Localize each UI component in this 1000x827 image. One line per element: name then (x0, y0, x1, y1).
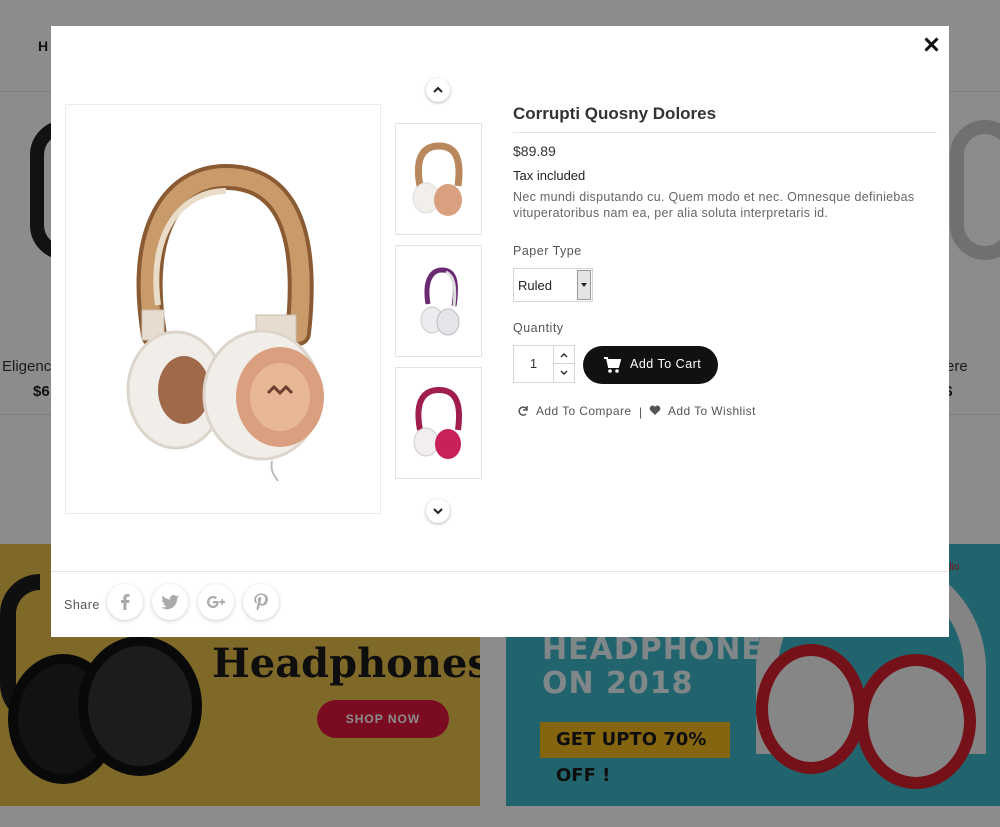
quantity-decrease-button[interactable] (554, 364, 574, 382)
thumbnail-scroll-up-button[interactable] (426, 78, 450, 102)
pinterest-icon (254, 593, 268, 611)
product-main-image[interactable] (65, 104, 381, 514)
quantity-stepper: 1 (513, 345, 575, 383)
twitter-icon (161, 595, 179, 610)
google-plus-share-button[interactable] (198, 584, 234, 620)
google-plus-icon (207, 596, 225, 608)
chevron-down-icon (433, 508, 443, 515)
chevron-up-icon (433, 86, 443, 93)
quantity-input[interactable]: 1 (514, 346, 554, 382)
share-label: Share (64, 598, 100, 612)
facebook-share-button[interactable] (107, 584, 143, 620)
rose-gold-headphone-thumbnail (412, 142, 463, 216)
product-thumbnail[interactable] (395, 123, 482, 235)
tax-label: Tax included (513, 168, 586, 183)
cart-icon (604, 357, 621, 373)
headphone-illustration (126, 163, 324, 482)
product-title: Corrupti Quosny Dolores (513, 104, 717, 123)
chevron-down-icon (560, 370, 568, 376)
product-description: Nec mundi disputando cu. Quem modo et ne… (513, 190, 915, 220)
add-to-compare-label: Add To Compare (536, 404, 632, 418)
close-icon[interactable] (922, 36, 940, 54)
twitter-share-button[interactable] (152, 584, 188, 620)
facebook-icon (121, 594, 130, 610)
paper-type-select[interactable]: Ruled (513, 268, 593, 302)
chevron-up-icon (560, 352, 568, 358)
product-price: $89.89 (513, 143, 556, 159)
thumbnail-scroll-down-button[interactable] (426, 499, 450, 523)
link-separator: | (639, 405, 643, 419)
quantity-increase-button[interactable] (554, 346, 574, 364)
product-thumbnail[interactable] (395, 367, 482, 479)
quick-view-modal: Corrupti Quosny Dolores $89.89 Tax inclu… (51, 26, 949, 637)
title-divider (513, 132, 937, 133)
paper-type-label: Paper Type (513, 244, 582, 258)
product-thumbnail[interactable] (395, 245, 482, 357)
add-to-cart-button[interactable]: Add To Cart (583, 346, 718, 384)
heart-icon (649, 405, 661, 415)
paper-type-value: Ruled (518, 278, 552, 293)
add-to-cart-label: Add To Cart (630, 357, 702, 371)
quantity-label: Quantity (513, 321, 564, 335)
pink-headphone-thumbnail (413, 386, 462, 459)
dropdown-arrow-icon[interactable] (577, 270, 591, 300)
purple-headphone-thumbnail (420, 267, 460, 336)
modal-footer-divider (51, 571, 949, 572)
refresh-icon (518, 406, 528, 416)
pinterest-share-button[interactable] (243, 584, 279, 620)
add-to-wishlist-label: Add To Wishlist (668, 404, 756, 418)
